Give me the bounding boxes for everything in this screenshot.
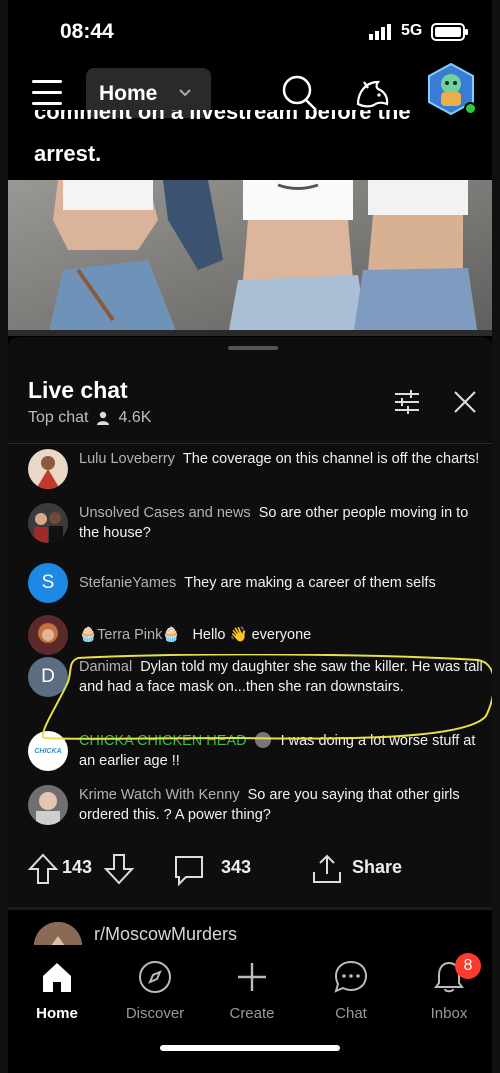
comment-count: 343	[221, 857, 252, 877]
live-chat-title: Live chat	[28, 377, 128, 403]
nav-label: Chat	[335, 1005, 367, 1022]
phone-frame: 08:44 5G Home comment on a livestream be…	[0, 0, 500, 1073]
bottom-navigation: Home Discover Create Chat 8 Inbox	[8, 945, 492, 1073]
post-actions: 143 343 Share	[8, 839, 492, 899]
chat-author-name: Terra Pink	[97, 627, 163, 643]
cupcake-icon: 🧁	[79, 627, 98, 643]
chat-text: Hello 👋 everyone	[192, 627, 312, 643]
chat-avatar	[28, 785, 68, 825]
share-icon[interactable]	[310, 852, 344, 886]
person-icon	[97, 411, 110, 425]
home-icon	[43, 963, 71, 992]
chat-mode-selector[interactable]: Top chat 4.6K	[28, 409, 151, 427]
upvote-arrow-icon[interactable]	[28, 853, 58, 885]
chat-mode-label: Top chat	[28, 409, 89, 426]
chicka-logo: CHICKA	[34, 747, 62, 755]
home-indicator[interactable]	[160, 1045, 340, 1051]
chat-author[interactable]: Lulu Loveberry	[79, 451, 175, 467]
vote-count: 143	[62, 857, 93, 877]
menu-icon-line	[32, 102, 62, 105]
chat-avatar	[28, 449, 68, 489]
chat-message-body: Krime Watch With Kenny So are you saying …	[79, 785, 489, 825]
avatar-letter: S	[41, 572, 55, 593]
compass-icon	[139, 961, 171, 993]
chat-message-body: 🧁Terra Pink🧁 Hello 👋 everyone	[79, 625, 489, 645]
chat-avatar: S	[28, 563, 68, 603]
comment-bubble-icon[interactable]	[172, 853, 206, 887]
cupcake-icon: 🧁	[162, 627, 181, 643]
downvote-arrow-icon[interactable]	[104, 853, 134, 885]
menu-button[interactable]	[32, 80, 62, 106]
highlight-annotation	[41, 654, 492, 740]
nav-inbox[interactable]: 8 Inbox	[404, 953, 492, 1022]
next-post-header[interactable]: r/MoscowMurders	[8, 910, 492, 970]
inbox-badge: 8	[455, 953, 481, 979]
chat-author[interactable]: 🧁Terra Pink🧁	[79, 627, 184, 643]
subreddit-name[interactable]: r/MoscowMurders	[94, 924, 237, 945]
menu-icon-line	[32, 80, 62, 83]
chat-author[interactable]: Krime Watch With Kenny	[79, 787, 240, 803]
filter-sliders-icon[interactable]	[393, 389, 421, 415]
chat-icon	[334, 960, 368, 993]
post-photo	[8, 180, 492, 336]
network-type: 5G	[401, 22, 423, 39]
status-bar: 08:44 5G	[8, 0, 492, 62]
chevron-down-icon	[179, 89, 191, 97]
viewer-count: 4.6K	[118, 409, 152, 426]
chat-author[interactable]: Unsolved Cases and news	[79, 505, 251, 521]
chat-avatar	[28, 615, 68, 655]
chat-text: They are making a career of them selfs	[184, 575, 436, 591]
signal-icon	[369, 24, 391, 40]
post-title-line-clipped: comment on a livestream before the	[34, 110, 411, 124]
chat-messages: Lulu Loveberry The coverage on this chann…	[8, 445, 492, 825]
dolphin-icon[interactable]	[352, 74, 392, 114]
post-title[interactable]: comment on a livestream before the arres…	[34, 110, 474, 174]
post-image[interactable]	[8, 180, 492, 336]
battery-icon	[431, 23, 468, 41]
chat-message-body: Lulu Loveberry The coverage on this chann…	[79, 449, 489, 469]
plus-icon	[238, 963, 266, 991]
menu-icon-line	[32, 91, 62, 94]
post-title-line: arrest.	[34, 141, 102, 166]
feed-selector-label: Home	[99, 82, 158, 105]
nav-label: Create	[229, 1005, 275, 1022]
nav-chat[interactable]: Chat	[306, 957, 396, 1022]
chat-avatar	[28, 503, 68, 543]
drag-handle[interactable]	[228, 346, 278, 350]
nav-label: Discover	[125, 1005, 185, 1022]
nav-discover[interactable]: Discover	[110, 957, 200, 1022]
nav-label: Home	[36, 1005, 78, 1022]
nav-label: Inbox	[430, 1005, 468, 1022]
status-time: 08:44	[60, 20, 114, 43]
live-chat-panel: Live chat Top chat 4.6K Lulu Loveberry T…	[8, 337, 492, 907]
nav-create[interactable]: Create	[207, 957, 297, 1022]
chat-author[interactable]: StefanieYames	[79, 575, 176, 591]
share-button[interactable]: Share	[352, 857, 402, 878]
chat-header-divider	[8, 443, 492, 444]
close-icon[interactable]	[452, 389, 478, 415]
app-screen: 08:44 5G Home comment on a livestream be…	[8, 0, 492, 1073]
chat-message-body: StefanieYames They are making a career of…	[79, 573, 489, 593]
search-icon[interactable]	[280, 73, 320, 113]
chat-text: The coverage on this channel is off the …	[182, 451, 480, 467]
nav-home[interactable]: Home	[12, 957, 102, 1022]
user-avatar[interactable]	[424, 62, 478, 116]
chat-message-body: Unsolved Cases and news So are other peop…	[79, 503, 489, 543]
